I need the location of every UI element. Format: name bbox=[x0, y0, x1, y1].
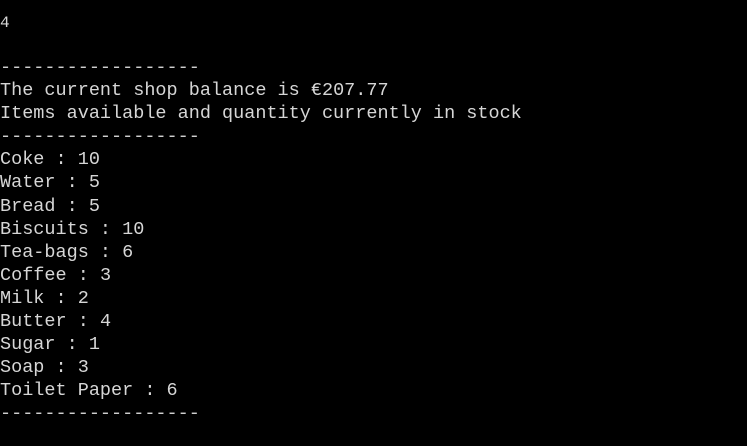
item-qty: 6 bbox=[122, 241, 134, 263]
item-name: Sugar bbox=[0, 334, 56, 356]
item-qty: 4 bbox=[99, 311, 112, 333]
item-name: Coffee bbox=[0, 264, 67, 286]
stock-item-bread: Bread : 5 bbox=[0, 195, 100, 217]
item-qty: 3 bbox=[77, 357, 89, 379]
balance-value: €207.77 bbox=[310, 80, 389, 102]
terminal-window[interactable]: 4 ------------------ The current shop ba… bbox=[0, 0, 747, 446]
input-echo: 4 bbox=[0, 14, 10, 32]
items-header: Items available and quantity currently i… bbox=[0, 103, 522, 125]
item-qty: 10 bbox=[77, 149, 100, 171]
item-qty: 1 bbox=[88, 334, 100, 356]
item-name: Bread bbox=[0, 195, 56, 217]
separator-top: ------------------ bbox=[0, 57, 200, 78]
stock-item-milk: Milk : 2 bbox=[0, 287, 89, 309]
stock-item-coke: Coke : 10 bbox=[0, 149, 100, 171]
item-name: Water bbox=[0, 172, 56, 194]
balance-prefix: The current shop balance is bbox=[0, 80, 311, 102]
stock-item-butter: Butter : 4 bbox=[0, 311, 112, 333]
item-qty: 6 bbox=[166, 380, 178, 402]
output-block: ------------------ The current shop bala… bbox=[0, 56, 522, 426]
balance-line: The current shop balance is €207.77 bbox=[0, 79, 522, 102]
item-name: Coke bbox=[0, 149, 45, 171]
item-qty: 5 bbox=[88, 195, 100, 217]
stock-item-sugar: Sugar : 1 bbox=[0, 334, 100, 356]
item-name: Toilet Paper bbox=[0, 380, 134, 402]
item-name: Biscuits bbox=[0, 218, 89, 240]
item-qty: 5 bbox=[88, 172, 100, 194]
stock-item-biscuits: Biscuits : 10 bbox=[0, 218, 145, 240]
stock-list: Coke : 10 Water : 5 Bread : 5 Biscuits :… bbox=[0, 148, 522, 402]
item-name: Butter bbox=[0, 311, 67, 333]
stock-item-soap: Soap : 3 bbox=[0, 357, 89, 379]
item-name: Soap bbox=[0, 357, 45, 379]
stock-item-toilet-paper: Toilet Paper : 6 bbox=[0, 380, 178, 402]
item-qty: 3 bbox=[99, 264, 112, 286]
stock-item-coffee: Coffee : 3 bbox=[0, 264, 112, 286]
separator-middle: ------------------ bbox=[0, 126, 200, 148]
separator-bottom: ------------------ bbox=[0, 403, 200, 425]
item-name: Milk bbox=[0, 287, 45, 309]
item-qty: 10 bbox=[122, 218, 145, 240]
item-name: Tea-bags bbox=[0, 241, 89, 263]
stock-item-water: Water : 5 bbox=[0, 172, 100, 194]
item-qty: 2 bbox=[77, 287, 89, 309]
stock-item-tea-bags: Tea-bags : 6 bbox=[0, 241, 134, 263]
